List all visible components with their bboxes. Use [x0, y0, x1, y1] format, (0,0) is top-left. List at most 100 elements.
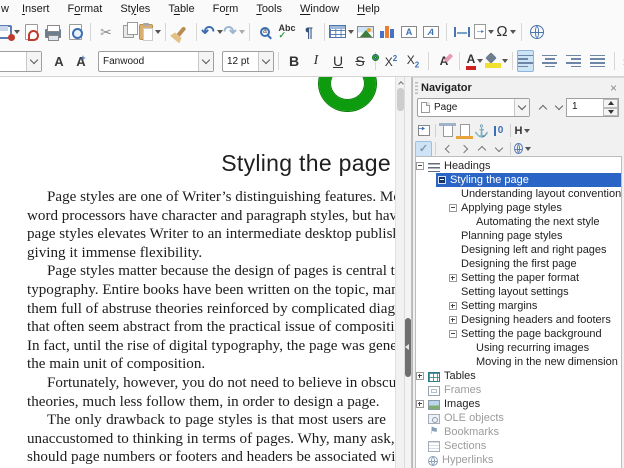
bold-button[interactable]: B — [283, 49, 305, 73]
new-style-button[interactable]: A+ — [70, 49, 92, 73]
page-number-spinner[interactable]: 1 — [566, 98, 619, 117]
undo-button[interactable]: ↶ — [201, 20, 223, 44]
save-button[interactable] — [0, 20, 20, 44]
drag-mode-button[interactable] — [514, 141, 531, 157]
menu-item-help[interactable]: Help — [348, 2, 389, 16]
highlight-color-button[interactable] — [486, 49, 508, 73]
font-name-combo[interactable]: Fanwood — [98, 51, 214, 72]
nav-tree-item[interactable]: Setting the paper format — [416, 271, 621, 285]
scrollbar-up-arrow[interactable] — [397, 79, 404, 87]
update-style-button[interactable]: A — [48, 49, 70, 73]
navigator-content-tree[interactable]: Headings Styling the page Understanding … — [415, 156, 622, 468]
spin-up-button[interactable] — [603, 99, 618, 108]
font-color-button[interactable]: A — [464, 49, 486, 73]
list-box-toggle-button[interactable]: ✓ — [415, 141, 432, 157]
next-page-button[interactable] — [551, 100, 566, 115]
nav-tree-item[interactable]: Designing left and right pages — [416, 243, 621, 257]
green-circle-drawing[interactable] — [319, 77, 376, 111]
nav-tree-item[interactable]: Planning page styles — [416, 229, 621, 243]
clear-formatting-button[interactable]: A — [433, 49, 455, 73]
align-left-button[interactable] — [517, 50, 534, 72]
align-center-button[interactable] — [541, 50, 558, 72]
expand-icon[interactable] — [449, 302, 457, 310]
menu-item-view-partial[interactable]: w — [0, 2, 13, 16]
spin-down-button[interactable] — [603, 108, 618, 117]
expand-icon[interactable] — [416, 372, 424, 380]
nav-tree-item[interactable]: Moving in the new dimension — [416, 355, 621, 369]
insert-textbox-button[interactable]: A — [398, 20, 420, 44]
insert-table-button[interactable] — [329, 20, 354, 44]
insert-hyperlink-button[interactable] — [526, 20, 548, 44]
collapse-icon[interactable] — [438, 176, 446, 184]
nav-tree-item[interactable]: Automating the next style — [416, 215, 621, 229]
insert-special-character-button[interactable]: Ω — [495, 20, 517, 44]
highlight-dropdown-arrow[interactable] — [502, 59, 508, 63]
heading-levels-dropdown-arrow[interactable] — [524, 129, 530, 133]
navigator-titlebar[interactable]: Navigator × — [413, 80, 624, 96]
nav-tree-item[interactable]: Using recurring images — [416, 341, 621, 355]
insert-field-button[interactable] — [473, 20, 495, 44]
next-item-button[interactable] — [456, 141, 473, 157]
drag-mode-dropdown-arrow[interactable] — [525, 147, 531, 151]
font-size-dropdown[interactable] — [258, 52, 273, 71]
find-replace-button[interactable]: a — [254, 20, 276, 44]
nav-tree-item-hyperlinks[interactable]: Hyperlinks — [416, 453, 621, 467]
cut-button[interactable]: ✂ — [95, 20, 117, 44]
insert-image-button[interactable] — [354, 20, 376, 44]
nav-tree-item-frames[interactable]: Frames — [416, 383, 621, 397]
toggle-master-view-button[interactable] — [415, 123, 432, 139]
sidebar-hide-handle[interactable] — [405, 318, 411, 377]
paste-dropdown-arrow[interactable] — [155, 30, 161, 34]
nav-tree-item-bookmarks[interactable]: ⚑Bookmarks — [416, 425, 621, 439]
insert-field-dropdown-arrow[interactable] — [488, 30, 494, 34]
menu-item-styles[interactable]: Styles — [111, 2, 159, 16]
align-right-button[interactable] — [565, 50, 582, 72]
font-size-combo[interactable]: 12 pt — [222, 51, 274, 72]
menu-item-window[interactable]: Window — [291, 2, 348, 16]
scrollbar-thumb[interactable] — [397, 88, 404, 111]
formatting-marks-button[interactable]: ¶ — [298, 20, 320, 44]
previous-item-button[interactable] — [439, 141, 456, 157]
set-reminder-button[interactable]: 0 — [490, 123, 507, 139]
sidebar-splitter[interactable] — [404, 77, 412, 468]
insert-page-break-button[interactable] — [451, 20, 473, 44]
print-button[interactable] — [42, 20, 64, 44]
font-color-dropdown-arrow[interactable] — [477, 59, 483, 63]
page-number-value[interactable]: 1 — [567, 99, 603, 116]
strikethrough-button[interactable]: S — [349, 49, 371, 73]
redo-dropdown-arrow[interactable] — [239, 30, 245, 34]
paragraph-style-combo[interactable] — [0, 51, 42, 72]
collapse-icon[interactable] — [449, 204, 457, 212]
clone-formatting-button[interactable] — [170, 20, 192, 44]
menu-item-format[interactable]: Format — [58, 2, 111, 16]
previous-page-button[interactable] — [535, 100, 550, 115]
nav-tree-item-sections[interactable]: Sections — [416, 439, 621, 453]
font-name-dropdown[interactable] — [198, 52, 213, 71]
navigate-by-combo[interactable]: Page — [417, 98, 530, 117]
nav-tree-item[interactable]: Designing the first page — [416, 257, 621, 271]
italic-button[interactable]: I — [305, 49, 327, 73]
special-character-dropdown-arrow[interactable] — [510, 30, 516, 34]
print-preview-button[interactable] — [64, 20, 86, 44]
nav-tree-item[interactable]: Setting the page background — [416, 327, 621, 341]
copy-button[interactable] — [117, 20, 139, 44]
nav-tree-item-headings[interactable]: Headings — [416, 159, 621, 173]
nav-tree-item-styling-the-page[interactable]: Styling the page — [416, 173, 621, 187]
promote-chapter-button[interactable] — [473, 141, 490, 157]
nav-tree-item[interactable]: Applying page styles — [416, 201, 621, 215]
insert-chart-button[interactable] — [376, 20, 398, 44]
panel-grip-icon[interactable] — [415, 82, 418, 94]
underline-button[interactable]: U — [327, 49, 349, 73]
demote-chapter-button[interactable] — [490, 141, 507, 157]
subscript-button[interactable]: X2 — [402, 49, 424, 73]
paragraph-style-dropdown[interactable] — [26, 52, 41, 71]
nav-tree-item[interactable]: Setting margins — [416, 299, 621, 313]
spelling-button[interactable]: Abc✓ — [276, 20, 298, 44]
nav-tree-item-tables[interactable]: Tables — [416, 369, 621, 383]
menu-item-form[interactable]: Form — [204, 2, 248, 16]
nav-tree-item[interactable]: Designing headers and footers — [416, 313, 621, 327]
show-draw-functions-button[interactable]: A — [420, 20, 442, 44]
anchor-text-button[interactable]: ⚓ — [473, 123, 490, 139]
nav-tree-item[interactable]: Setting layout settings — [416, 285, 621, 299]
footer-button[interactable] — [456, 123, 473, 139]
